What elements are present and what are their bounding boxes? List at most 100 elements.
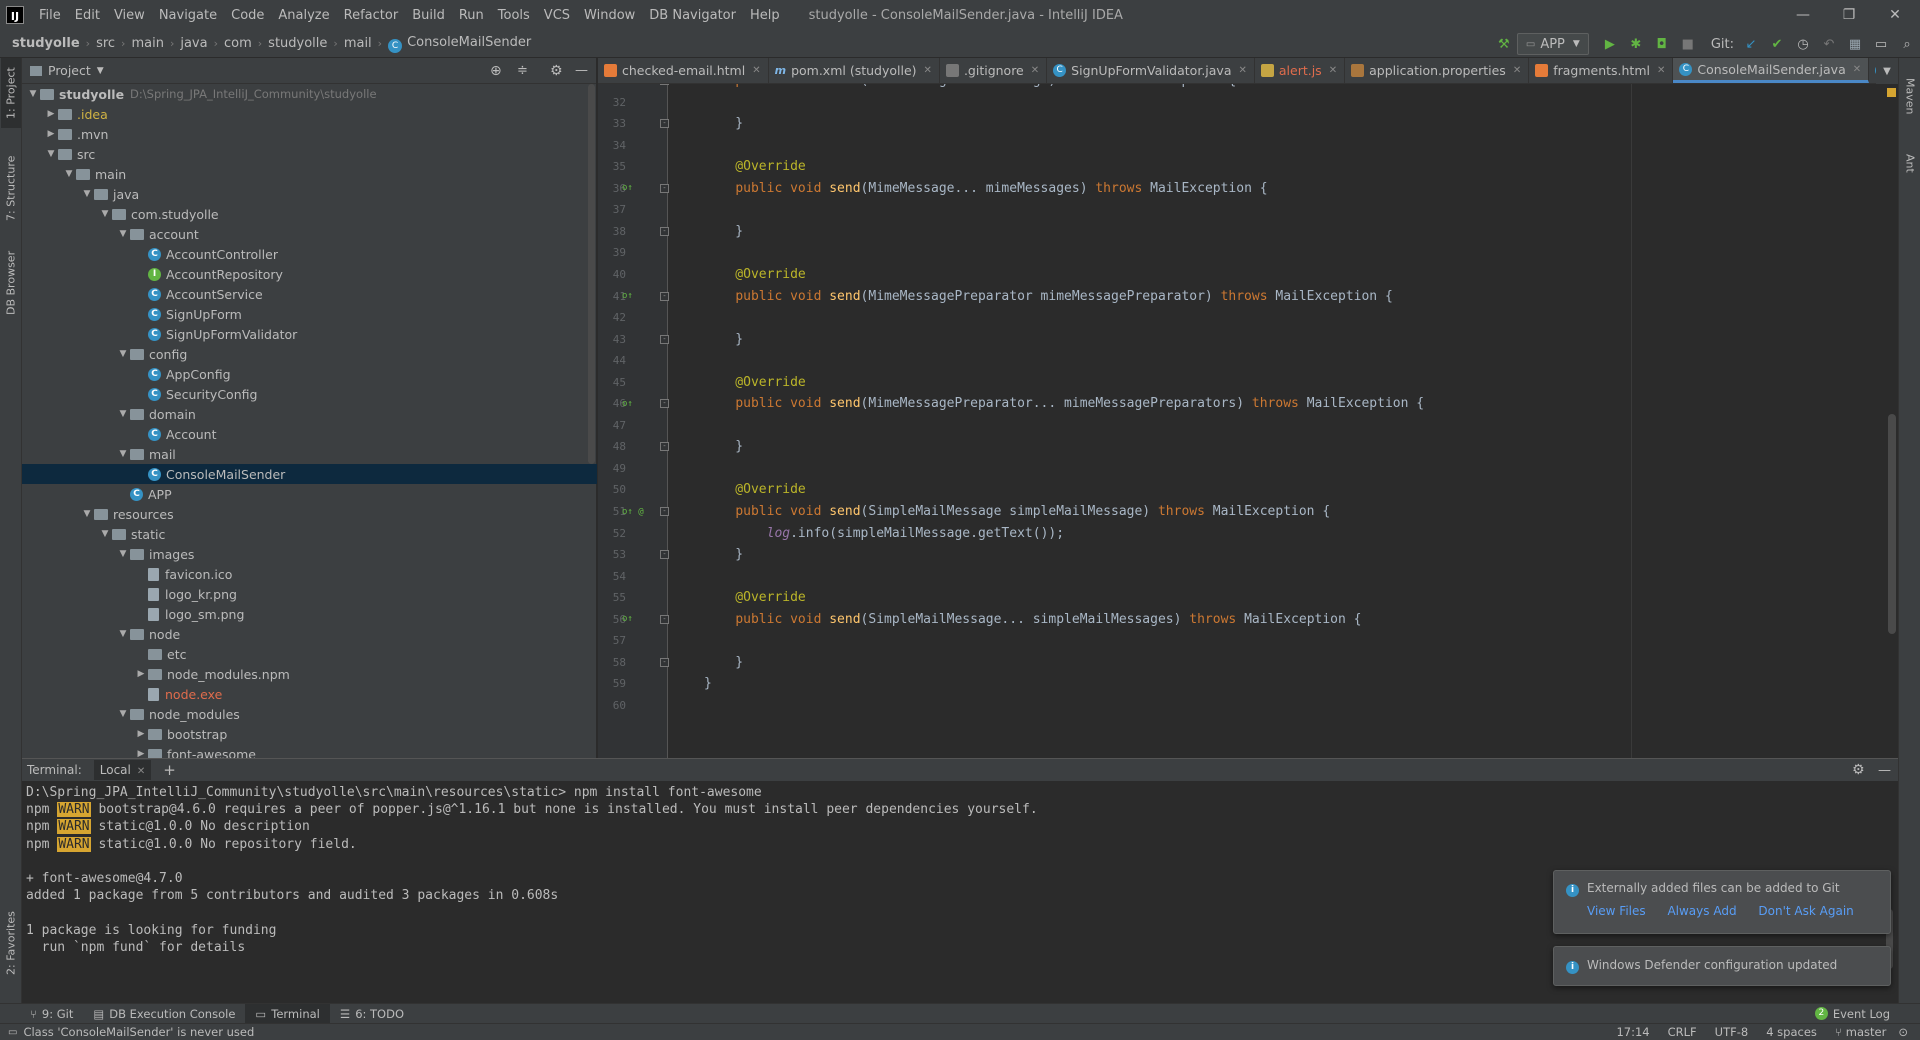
expanded-arrow-icon[interactable]: ▼ [116, 629, 130, 639]
expanded-arrow-icon[interactable]: ▼ [116, 349, 130, 359]
tree-node[interactable]: C AccountService [22, 284, 597, 304]
collapsed-arrow-icon[interactable]: ▶ [44, 109, 58, 119]
close-tab-icon[interactable]: ✕ [1513, 65, 1521, 76]
tree-node[interactable]: ▼ static [22, 524, 597, 544]
gear-icon[interactable]: ⚙ [1852, 762, 1865, 778]
expanded-arrow-icon[interactable]: ▼ [44, 149, 58, 159]
warning-indicator-icon[interactable] [1887, 88, 1896, 97]
close-tab-icon[interactable]: ✕ [752, 65, 760, 76]
dont-ask-again-link[interactable]: Don't Ask Again [1758, 904, 1853, 918]
close-tab-icon[interactable]: ✕ [1238, 65, 1246, 76]
tree-node[interactable]: ▶ .mvn [22, 124, 597, 144]
fold-marker-icon[interactable]: - [660, 226, 669, 236]
breadcrumb-item[interactable]: mail [344, 36, 372, 51]
tree-node[interactable]: logo_sm.png [22, 604, 597, 624]
expanded-arrow-icon[interactable]: ▼ [80, 189, 94, 199]
run-configuration-select[interactable]: ▭ APP ▼ [1516, 33, 1589, 55]
minimize-button[interactable]: — [1780, 0, 1826, 30]
git-commit-icon[interactable]: ✔ [1764, 32, 1790, 56]
tree-scrollbar[interactable] [588, 84, 595, 464]
expanded-arrow-icon[interactable]: ▼ [98, 209, 112, 219]
menu-item-code[interactable]: Code [224, 8, 271, 23]
editor-scrollbar[interactable] [1888, 414, 1896, 634]
override-marker-icon[interactable]: o↑ [622, 614, 633, 624]
restore-button[interactable]: ❐ [1826, 0, 1872, 30]
override-marker-icon[interactable]: o↑ [622, 291, 633, 301]
git-history-icon[interactable]: ◷ [1790, 32, 1816, 56]
tree-node[interactable]: ▼ java [22, 184, 597, 204]
tree-node[interactable]: C APP [22, 484, 597, 504]
new-terminal-icon[interactable]: + [163, 761, 176, 779]
tree-node[interactable]: C AccountController [22, 244, 597, 264]
tool-tab-list[interactable]: ☰ 6: TODO [330, 1004, 414, 1024]
tree-node[interactable]: C AppConfig [22, 364, 597, 384]
tree-node[interactable]: C Account [22, 424, 597, 444]
close-tab-icon[interactable]: ✕ [1657, 65, 1665, 76]
git-update-icon[interactable]: ↙ [1738, 32, 1764, 56]
tree-node[interactable]: ▶ bootstrap [22, 724, 597, 744]
tree-node[interactable]: ▼ studyolle D:\Spring_JPA_IntelliJ_Communi… [22, 84, 597, 104]
tree-node[interactable]: ▼ src [22, 144, 597, 164]
menu-item-run[interactable]: Run [452, 8, 491, 23]
tree-node[interactable]: ▼ node [22, 624, 597, 644]
view-files-link[interactable]: View Files [1587, 904, 1646, 918]
expanded-arrow-icon[interactable]: ▼ [116, 229, 130, 239]
fold-marker-icon[interactable]: - [660, 507, 669, 516]
menu-item-build[interactable]: Build [405, 8, 452, 23]
menu-item-navigate[interactable]: Navigate [152, 8, 224, 23]
fold-marker-icon[interactable]: - [660, 442, 669, 452]
tool-tab-favorites[interactable]: 2: Favorites [1, 898, 21, 988]
expanded-arrow-icon[interactable]: ▼ [98, 529, 112, 539]
run-icon[interactable]: ▶ [1597, 32, 1623, 56]
always-add-link[interactable]: Always Add [1667, 904, 1736, 918]
tool-tab-ant[interactable]: Ant [1900, 138, 1920, 188]
tool-tab-maven[interactable]: Maven [1900, 66, 1920, 126]
collapse-all-icon[interactable]: ≑ [517, 63, 528, 78]
event-log-button[interactable]: 2 Event Log [1814, 1007, 1890, 1021]
terminal-tab-local[interactable]: Local ✕ [93, 760, 152, 780]
debug-icon[interactable]: ✱ [1623, 32, 1649, 56]
close-icon[interactable]: ✕ [137, 766, 145, 777]
tree-node[interactable]: ▼ resources [22, 504, 597, 524]
editor-tab[interactable]: C SignUpFormValidator.java ✕ [1047, 58, 1255, 83]
collapsed-arrow-icon[interactable]: ▶ [134, 749, 148, 758]
menu-item-help[interactable]: Help [743, 8, 787, 23]
presentation-icon[interactable]: ▭ [1868, 32, 1894, 56]
editor-tab[interactable]: m pom.xml (studyolle) ✕ [769, 58, 940, 83]
tab-overflow-chevron-icon[interactable]: ▼ [1876, 58, 1898, 84]
line-separator[interactable]: CRLF [1668, 1025, 1697, 1039]
menu-item-view[interactable]: View [107, 8, 152, 23]
close-tab-icon[interactable]: ✕ [1853, 64, 1861, 75]
override-marker-icon[interactable]: o↑ @ [622, 507, 644, 517]
tree-node[interactable]: C SignUpFormValidator [22, 324, 597, 344]
tool-tab-project[interactable]: 1: Project [1, 58, 21, 128]
tree-node[interactable]: ▼ account [22, 224, 597, 244]
git-rollback-icon[interactable]: ↶ [1816, 32, 1842, 56]
fold-marker-icon[interactable]: - [660, 614, 669, 624]
tree-node[interactable]: node.exe [22, 684, 597, 704]
tool-tab-terminal[interactable]: ▭ Terminal [245, 1003, 330, 1024]
tree-node[interactable]: etc [22, 644, 597, 664]
stop-icon[interactable]: ■ [1675, 32, 1701, 56]
fold-marker-icon[interactable]: - [660, 291, 669, 301]
tree-node[interactable]: ▼ mail [22, 444, 597, 464]
menu-item-refactor[interactable]: Refactor [337, 8, 406, 23]
tree-node[interactable]: C SecurityConfig [22, 384, 597, 404]
menu-item-db-navigator[interactable]: DB Navigator [642, 8, 743, 23]
tree-node[interactable]: C SignUpForm [22, 304, 597, 324]
close-window-button[interactable]: ✕ [1872, 0, 1918, 30]
expanded-arrow-icon[interactable]: ▼ [116, 709, 130, 719]
editor-tab[interactable]: fragments.html ✕ [1529, 58, 1674, 83]
gear-icon[interactable]: ⚙ [550, 63, 563, 79]
close-tab-icon[interactable]: ✕ [1031, 65, 1039, 76]
fold-marker-icon[interactable]: - [660, 183, 669, 193]
breadcrumb-item[interactable]: main [131, 36, 163, 51]
collapsed-arrow-icon[interactable]: ▶ [134, 669, 148, 679]
tool-windows-toggle-icon[interactable]: ▭ [8, 1027, 17, 1038]
tool-tab-db-browser[interactable]: DB Browser [1, 243, 21, 323]
editor-tab[interactable]: C ConsoleMailSender.java ✕ [1673, 58, 1870, 83]
breadcrumb-item[interactable]: studyolle [12, 36, 80, 51]
fold-marker-icon[interactable]: - [660, 657, 669, 667]
tree-node[interactable]: ▼ domain [22, 404, 597, 424]
tree-node[interactable]: I AccountRepository [22, 264, 597, 284]
